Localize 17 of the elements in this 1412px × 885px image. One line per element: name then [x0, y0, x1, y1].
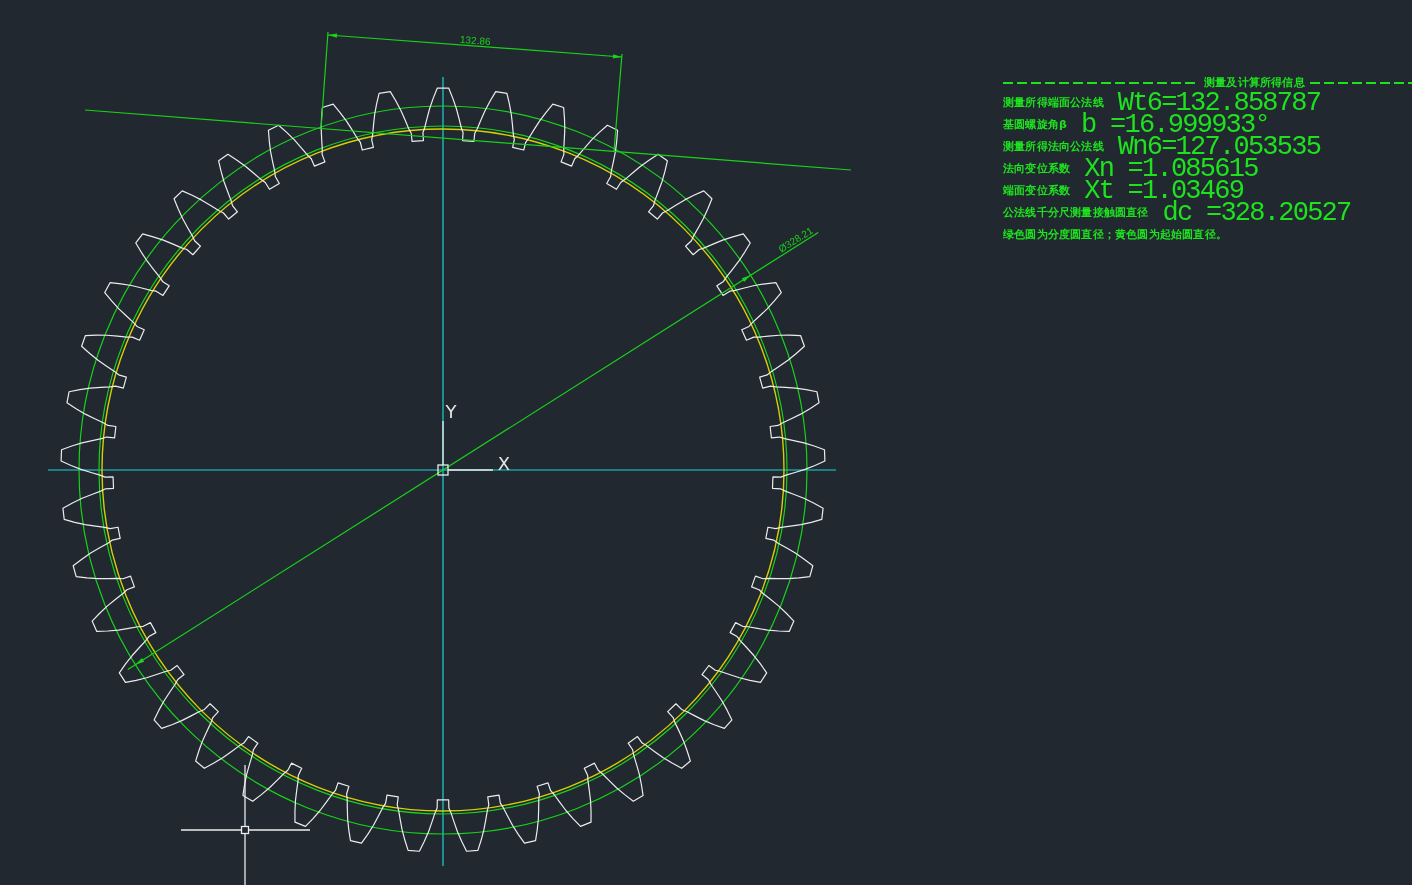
- legend-note: 绿色圆为分度圆直径；黄色圆为起始圆直径。: [1003, 228, 1227, 242]
- parameter-label: 端面变位系数: [1003, 184, 1071, 198]
- parameter-value: b =16.999933°: [1081, 114, 1269, 136]
- axis-label: X: [497, 453, 511, 474]
- parameter-value: Wn6=127.053535: [1117, 136, 1321, 158]
- info-title: 测量及计算所得信息: [1204, 75, 1305, 90]
- parameter-value: Xn =1.085615: [1084, 158, 1258, 180]
- parameter-value: Wt6=132.858787: [1117, 92, 1321, 114]
- axis-label: Y: [445, 401, 457, 422]
- ucs-icon: [437, 420, 494, 476]
- parameter-label: 公法线千分尺测量接触圆直径: [1003, 206, 1149, 220]
- parameter-label: 测量所得端面公法线: [1003, 96, 1104, 110]
- dimension-text: 132.86: [459, 33, 491, 48]
- parameter-value: dc =328.20527: [1162, 202, 1351, 224]
- parameter-label: 测量所得法向公法线: [1003, 140, 1104, 154]
- parameter-label: 法向变位系数: [1003, 162, 1071, 176]
- parameter-label: 基圆螺旋角β: [1003, 118, 1068, 132]
